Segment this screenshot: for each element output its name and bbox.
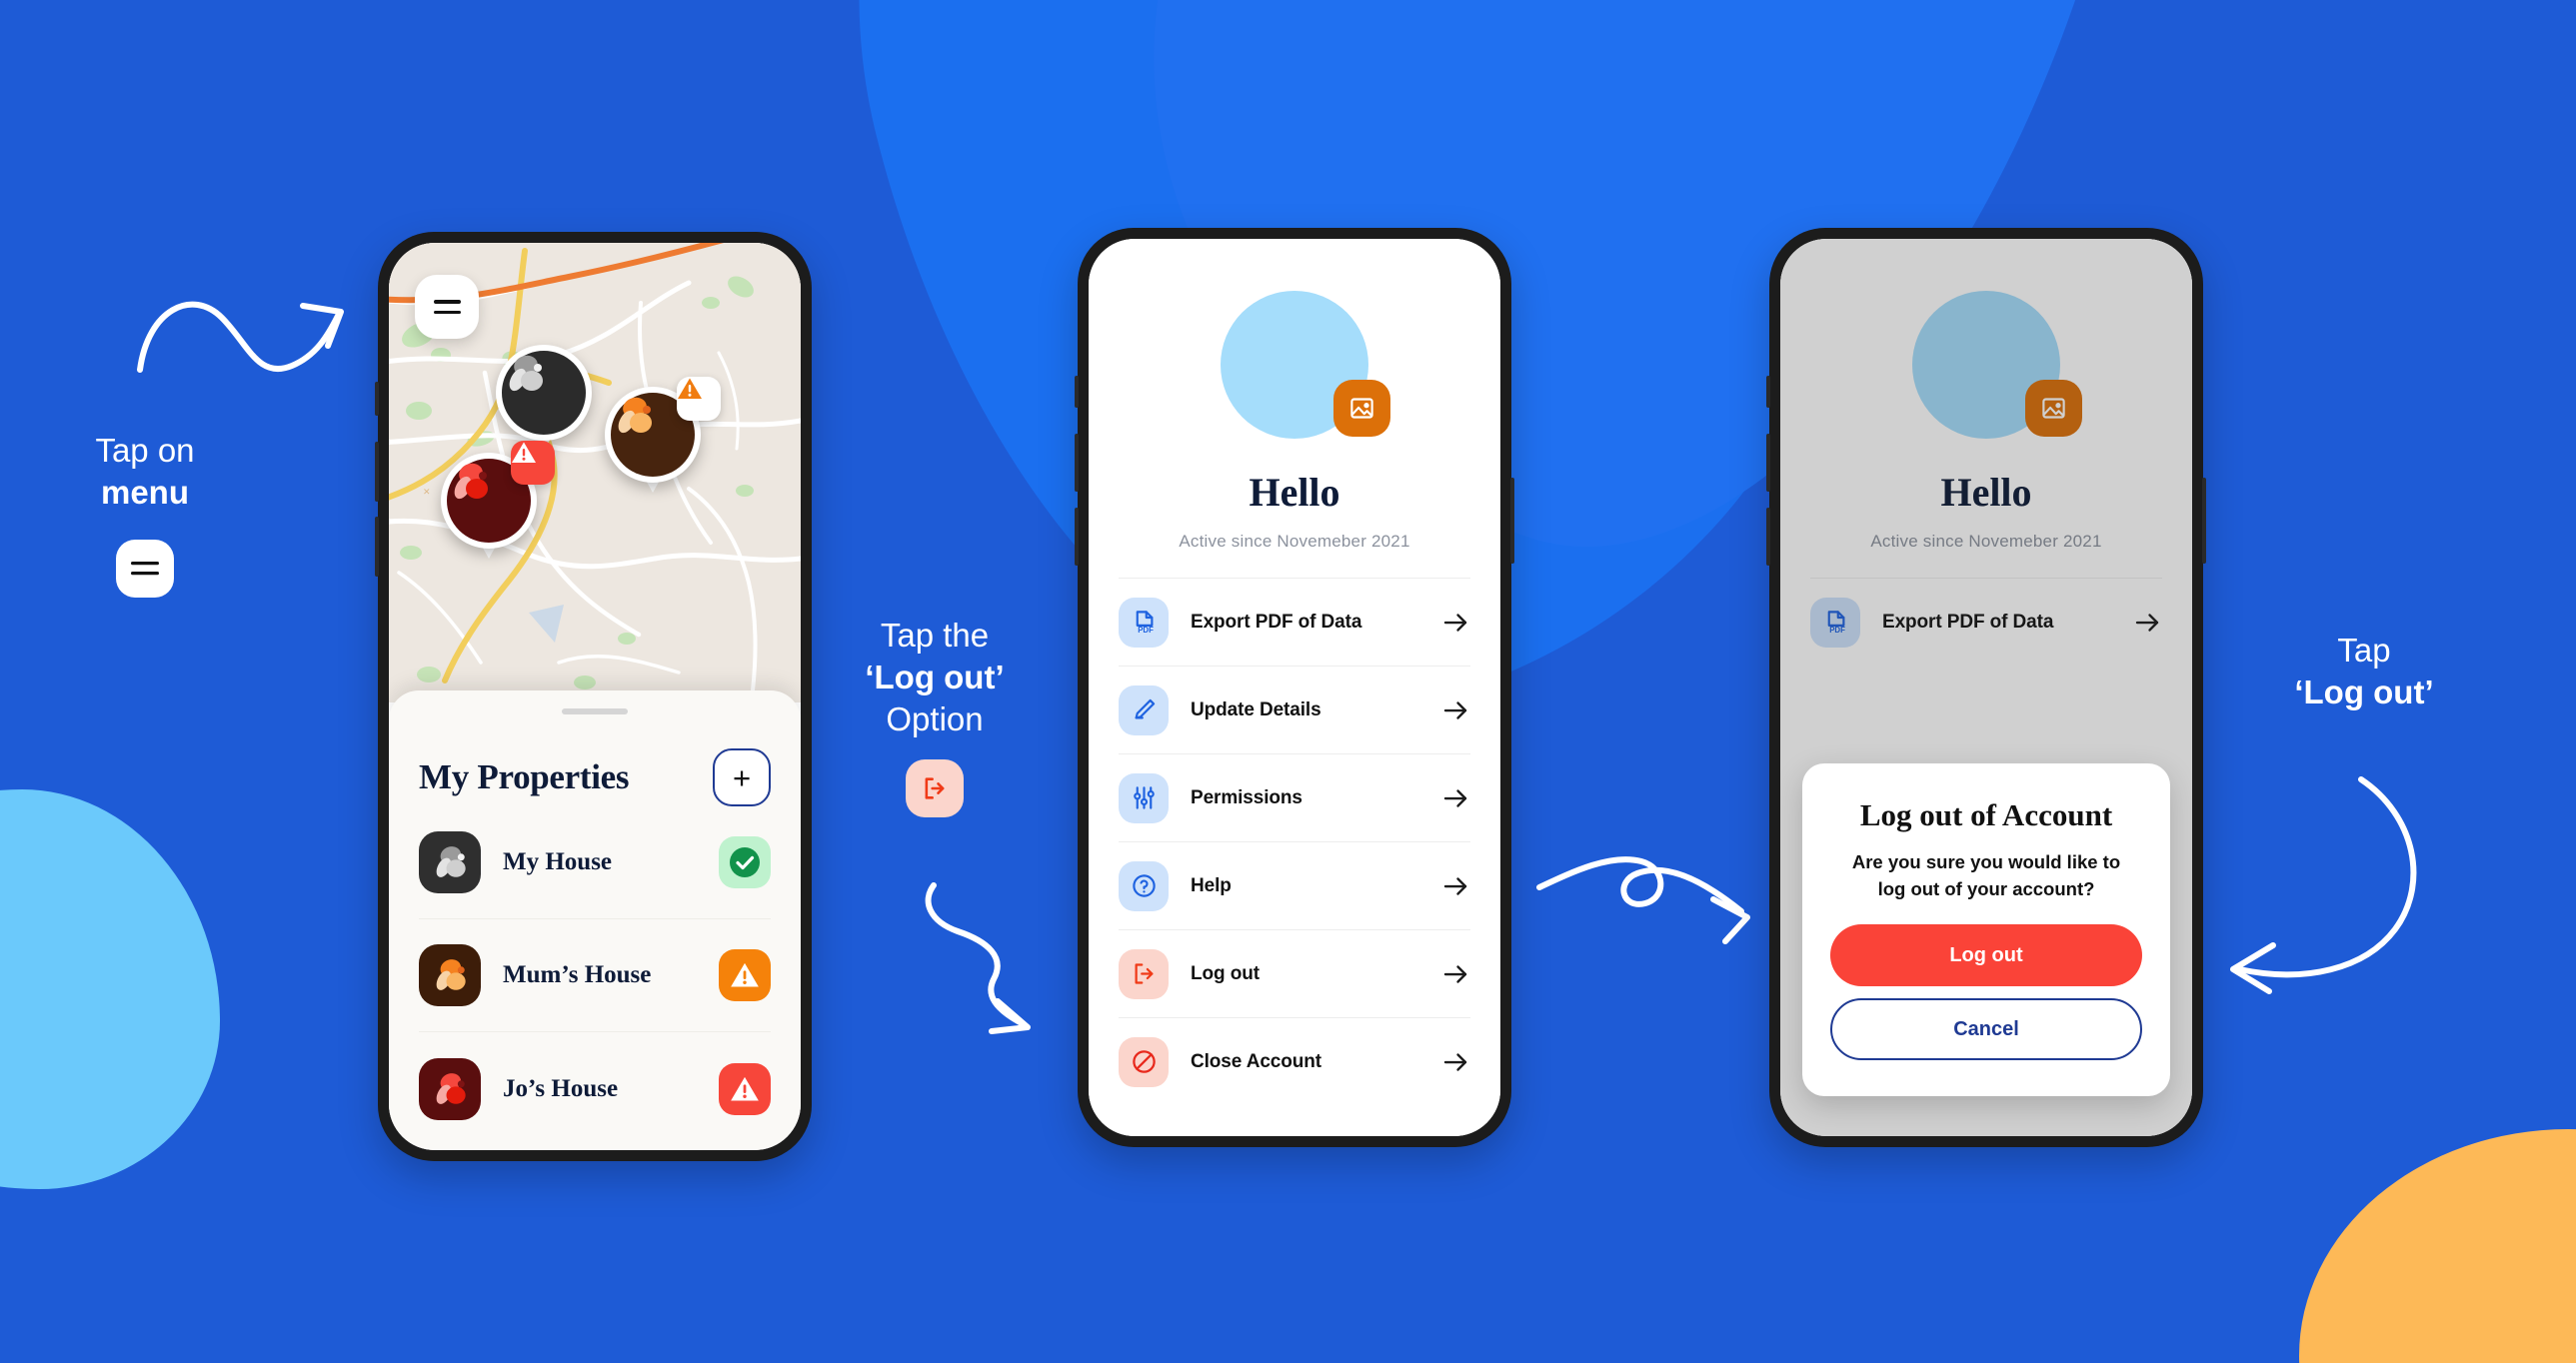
arrow-to-menu xyxy=(137,301,344,373)
menu-item-export-pdf[interactable]: PDF Export PDF of Data xyxy=(1119,578,1470,666)
question-circle-icon xyxy=(1119,860,1169,911)
status-badge-warning xyxy=(719,949,771,1001)
pin-avatar xyxy=(496,345,592,441)
phone-volume-up-button xyxy=(375,442,379,502)
menu-item-label: Help xyxy=(1191,874,1232,896)
annotation-logout-confirm: Tap ‘Log out’ xyxy=(2249,630,2479,713)
phone-side-button xyxy=(1766,376,1770,408)
page-title: My Properties xyxy=(419,757,630,796)
chevron-right-arrow-icon xyxy=(1440,1047,1470,1077)
chevron-right-arrow-icon xyxy=(1440,608,1470,638)
arrow-to-confirm-dialog xyxy=(1536,856,1750,944)
sliders-icon xyxy=(1119,772,1169,823)
pencil-edit-icon xyxy=(1119,684,1169,735)
menu-item-permissions[interactable]: Permissions xyxy=(1119,753,1470,841)
annotation-confirm-line2: ‘Log out’ xyxy=(2294,674,2434,711)
chevron-right-arrow-icon xyxy=(1440,783,1470,813)
image-placeholder-icon[interactable] xyxy=(1333,380,1390,437)
map-view[interactable]: ✕ xyxy=(389,243,801,702)
annotation-logout-line1: Tap the xyxy=(880,617,990,654)
annotation-menu: Tap on menu xyxy=(40,430,250,599)
menu-item-label: Export PDF of Data xyxy=(1191,611,1362,633)
phone-logout-dialog-screen: Hello Active since Novemeber 2021 PDF Ex… xyxy=(1766,228,2206,1147)
arrow-to-logout-option xyxy=(925,882,1031,1034)
hamburger-menu-icon xyxy=(116,540,174,599)
annotation-menu-line1: Tap on xyxy=(95,432,195,469)
phone1-screen: ✕ My Properties + My House Mum’s House J… xyxy=(389,243,801,1150)
account-screen: Hello Active since Novemeber 2021 PDF Ex… xyxy=(1089,239,1500,1136)
phone-volume-down-button xyxy=(1075,508,1079,566)
property-thumbnail xyxy=(419,944,481,1006)
chevron-right-arrow-icon xyxy=(1440,695,1470,725)
hamburger-line-1 xyxy=(433,299,461,304)
phone-power-button xyxy=(1510,478,1514,564)
account-subtitle: Active since Novemeber 2021 xyxy=(1179,532,1410,551)
phone-side-button xyxy=(375,382,379,416)
blob-bottom-right-shape xyxy=(2299,1129,2576,1363)
dialog-message: Are you sure you would like to log out o… xyxy=(1830,849,2142,902)
no-entry-icon xyxy=(1119,1036,1169,1087)
annotation-logout-line2: ‘Log out’ xyxy=(865,659,1005,696)
confirm-logout-button[interactable]: Log out xyxy=(1830,924,2142,986)
phone-map-screen: ✕ My Properties + My House Mum’s House J… xyxy=(375,232,812,1161)
annotation-menu-line2: menu xyxy=(100,474,189,512)
property-name: My House xyxy=(503,848,613,875)
sheet-drag-handle[interactable] xyxy=(562,708,628,714)
menu-item-help[interactable]: Help xyxy=(1119,841,1470,929)
chevron-right-arrow-icon xyxy=(1440,959,1470,989)
property-thumbnail xyxy=(419,831,481,893)
phone-volume-up-button xyxy=(1075,434,1079,492)
arrow-to-logout-button xyxy=(2230,776,2417,994)
dialog-message-line2: log out of your account? xyxy=(1877,877,2095,899)
cancel-button[interactable]: Cancel xyxy=(1830,998,2142,1060)
annotation-confirm-line1: Tap xyxy=(2337,632,2391,669)
annotation-logout-line3: Option xyxy=(886,700,984,738)
property-name: Jo’s House xyxy=(503,1074,619,1102)
hamburger-line-2 xyxy=(433,310,461,315)
menu-item-label: Permissions xyxy=(1191,786,1302,808)
property-thumbnail xyxy=(419,1057,481,1120)
annotation-logout-option: Tap the ‘Log out’ Option xyxy=(845,615,1025,817)
property-row-mums-house[interactable]: Mum’s House xyxy=(419,919,771,1032)
blob-bottom-left-shape xyxy=(0,789,220,1189)
sheet-header: My Properties + xyxy=(419,748,771,806)
warning-triangle-icon xyxy=(677,377,721,421)
greeting-title: Hello xyxy=(1249,470,1340,515)
phone3-screen: Hello Active since Novemeber 2021 PDF Ex… xyxy=(1780,239,2192,1136)
phone-account-menu-screen: Hello Active since Novemeber 2021 PDF Ex… xyxy=(1075,228,1514,1147)
properties-bottom-sheet: My Properties + My House Mum’s House Jo’… xyxy=(389,690,801,1150)
menu-item-label: Close Account xyxy=(1191,1050,1322,1072)
phone-volume-down-button xyxy=(375,517,379,577)
dialog-message-line1: Are you sure you would like to xyxy=(1851,851,2121,873)
property-name: Mum’s House xyxy=(503,961,652,988)
avatar xyxy=(1221,291,1390,439)
logout-confirm-dialog: Log out of Account Are you sure you woul… xyxy=(1802,763,2170,1096)
status-badge-ok xyxy=(719,836,771,888)
phone-volume-up-button xyxy=(1766,434,1770,492)
warning-triangle-icon xyxy=(511,441,555,485)
add-property-button[interactable]: + xyxy=(713,748,771,806)
phone-volume-down-button xyxy=(1766,508,1770,566)
menu-item-update-details[interactable]: Update Details xyxy=(1119,666,1470,753)
phone-side-button xyxy=(1075,376,1079,408)
menu-item-label: Update Details xyxy=(1191,698,1321,720)
dialog-title: Log out of Account xyxy=(1859,797,2113,833)
svg-text:✕: ✕ xyxy=(423,487,431,497)
menu-item-close-account[interactable]: Close Account xyxy=(1119,1017,1470,1105)
svg-text:PDF: PDF xyxy=(1138,626,1154,635)
pdf-file-icon: PDF xyxy=(1119,597,1169,648)
account-menu-list: PDF Export PDF of Data Update Details Pe… xyxy=(1119,578,1470,1105)
property-row-jos-house[interactable]: Jo’s House xyxy=(419,1032,771,1145)
property-row-my-house[interactable]: My House xyxy=(419,806,771,919)
status-badge-alert xyxy=(719,1062,771,1115)
logout-icon xyxy=(1119,948,1169,999)
chevron-right-arrow-icon xyxy=(1440,871,1470,901)
phone-power-button xyxy=(2202,478,2206,564)
phone2-screen: Hello Active since Novemeber 2021 PDF Ex… xyxy=(1089,239,1500,1136)
menu-item-log-out[interactable]: Log out xyxy=(1119,929,1470,1017)
logout-icon xyxy=(906,758,964,817)
hamburger-menu-button[interactable] xyxy=(415,275,479,339)
menu-item-label: Log out xyxy=(1191,962,1260,984)
